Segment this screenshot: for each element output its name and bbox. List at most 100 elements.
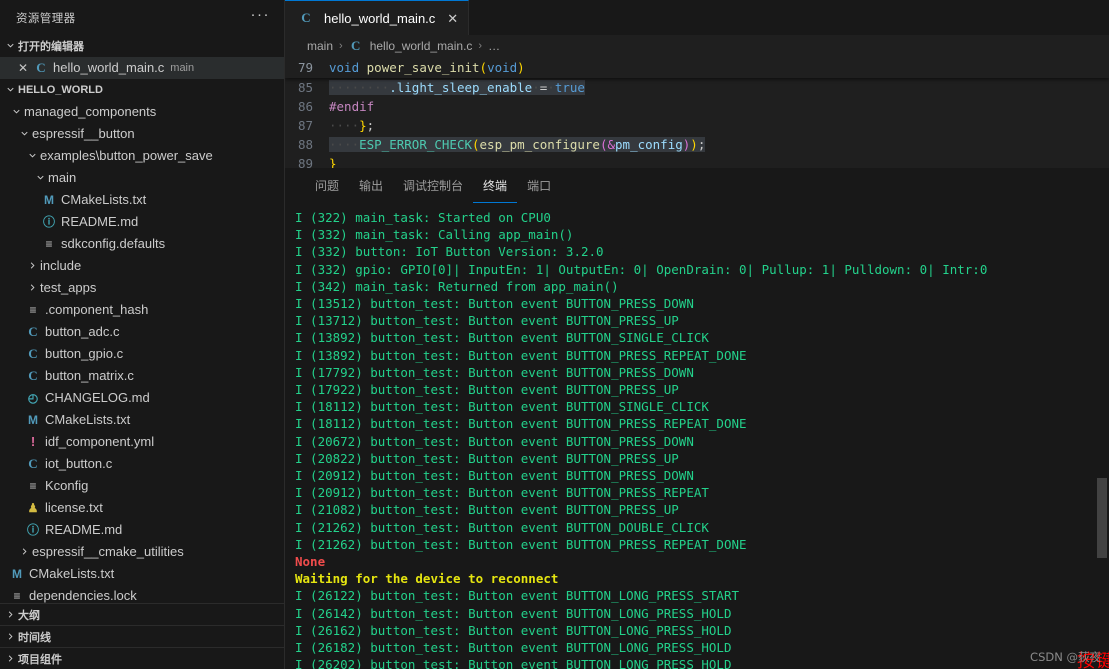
tree-folder[interactable]: main [0,167,284,189]
sidebar-section-label: 时间线 [18,631,51,644]
editor-area: C hello_world_main.c ✕ main › C hello_wo… [285,0,1109,669]
breadcrumb-item-more[interactable]: … [488,39,500,53]
line-number: 85 [297,80,313,95]
markdown-info-icon: ⓘ [26,523,39,538]
license-file-icon: ♟ [27,500,39,515]
terminal-scrollbar-thumb[interactable] [1097,478,1107,558]
tree-folder[interactable]: examples\button_power_save [0,145,284,167]
code-token: ( [472,137,480,152]
tree-file[interactable]: M CMakeLists.txt [0,409,284,431]
more-actions-icon[interactable]: ··· [251,7,271,24]
panel-tab-问题[interactable]: 问题 [305,168,349,203]
breadcrumb-item-file[interactable]: hello_world_main.c [370,39,473,53]
chevron-right-icon [16,546,32,557]
code-tokens: void power_save_init(void) [329,60,525,75]
tree-file[interactable]: ! idf_component.yml [0,431,284,453]
cmake-file-icon: M [44,192,54,207]
section-open-editors-label: 打开的编辑器 [18,40,84,53]
code-token: void [329,60,360,75]
line-number: 87 [297,118,313,133]
chevron-right-icon [2,609,18,620]
tree-item-label: main [48,170,77,186]
tree-file[interactable]: Cbutton_matrix.c [0,365,284,387]
code-token: pm_config [615,137,683,152]
tree-item-label: test_apps [40,280,97,296]
tree-item-label: CMakeLists.txt [29,566,115,582]
terminal-line: I (20822) button_test: Button event BUTT… [295,450,679,466]
close-icon[interactable]: ✕ [447,12,458,25]
terminal-line: I (18112) button_test: Button event BUTT… [295,416,747,432]
chevron-right-icon [24,260,40,271]
panel-tab-输出[interactable]: 输出 [349,168,393,203]
tree-item-label: .component_hash [45,302,149,318]
tree-item-label: dependencies.lock [29,588,137,603]
tree-item-label: espressif__button [32,126,135,142]
file-tree: managed_components espressif__buttonexamp… [0,101,284,603]
panel-tab-终端[interactable]: 终端 [473,168,518,203]
chevron-down-icon [2,40,18,51]
tree-item-label: Kconfig [45,478,89,494]
tree-file[interactable]: ♟ license.txt [0,497,284,519]
config-file-icon: ≡ [29,302,37,317]
tree-file[interactable]: Cbutton_gpio.c [0,343,284,365]
tree-folder[interactable]: espressif__cmake_utilities [0,541,284,563]
chevron-down-icon [8,106,24,117]
tree-file[interactable]: ⓘ README.md [0,211,284,233]
close-icon[interactable]: ✕ [14,61,32,75]
sidebar-section-时间线[interactable]: 时间线 [0,625,284,647]
terminal-line: None [295,554,326,570]
open-editor-item[interactable]: ✕ C hello_world_main.c main [0,56,284,79]
c-file-icon: C [28,323,38,339]
tree-file[interactable]: M CMakeLists.txt [0,189,284,211]
tree-file[interactable]: ≡ Kconfig [0,475,284,497]
breadcrumb: main › C hello_world_main.c › … [285,35,1109,57]
tree-file[interactable]: ≡ sdkconfig.defaults [0,233,284,255]
tree-item-label: button_adc.c [45,324,120,340]
tree-file[interactable]: Cbutton_adc.c [0,321,284,343]
terminal-output[interactable]: I (322) main_task: Started on CPU0 I (332… [285,203,1109,669]
chevron-right-icon [24,282,40,293]
code-token: void [487,60,518,75]
panel-tab-端口[interactable]: 端口 [517,168,561,203]
terminal-line: I (26182) button_test: Button event BUTT… [295,640,732,656]
tree-file[interactable]: M CMakeLists.txt [0,563,284,585]
sidebar-section-大纲[interactable]: 大纲 [0,603,284,625]
tree-file[interactable]: ≡ .component_hash [0,299,284,321]
tree-item-label: iot_button.c [45,456,113,472]
tree-file[interactable]: ◴ CHANGELOG.md [0,387,284,409]
code-token: .light_sleep_enable [389,80,533,95]
tree-item-label: CHANGELOG.md [45,390,150,406]
editor-tabbar: C hello_world_main.c ✕ [285,0,1109,35]
code-token: } [359,118,367,133]
sidebar-section-项目组件[interactable]: 项目组件 [0,647,284,669]
code-token: ; [366,118,375,133]
panel-tab-调试控制台[interactable]: 调试控制台 [393,168,473,203]
section-workspace[interactable]: HELLO_WORLD [0,79,284,101]
code-token: ) [690,137,698,152]
tree-item-label: espressif__cmake_utilities [32,544,184,560]
config-file-icon: ≡ [45,236,53,251]
tree-item-label: sdkconfig.defaults [61,236,166,252]
terminal-line: Waiting for the device to reconnect [295,571,559,587]
panel-tabs: 问题 输出 调试控制台 终端 端口 [285,168,1109,203]
tree-folder[interactable]: espressif__button [0,123,284,145]
tree-folder[interactable]: test_apps [0,277,284,299]
c-file-icon: C [301,10,311,25]
terminal-line: I (342) main_task: Returned from app_mai… [295,278,619,294]
chevron-right-icon [2,631,18,642]
changelog-clock-icon: ◴ [27,390,39,405]
code-editor[interactable]: 79 void power_save_init(void) 85 ········… [285,57,1109,168]
tree-folder[interactable]: managed_components [0,101,284,123]
breadcrumb-item-main[interactable]: main [307,39,333,53]
tree-folder[interactable]: include [0,255,284,277]
c-file-icon: C [28,455,38,471]
tab-hello-world-main-c[interactable]: C hello_world_main.c ✕ [285,0,470,35]
section-open-editors[interactable]: 打开的编辑器 [0,35,284,57]
chevron-down-icon [32,172,48,183]
tree-file[interactable]: ⓘ README.md [0,519,284,541]
tree-file[interactable]: ≡ dependencies.lock [0,585,284,603]
open-editor-name: hello_world_main.c [53,60,165,76]
tree-file[interactable]: Ciot_button.c [0,453,284,475]
terminal-line: I (20912) button_test: Button event BUTT… [295,485,709,501]
chevron-down-icon [2,84,18,95]
